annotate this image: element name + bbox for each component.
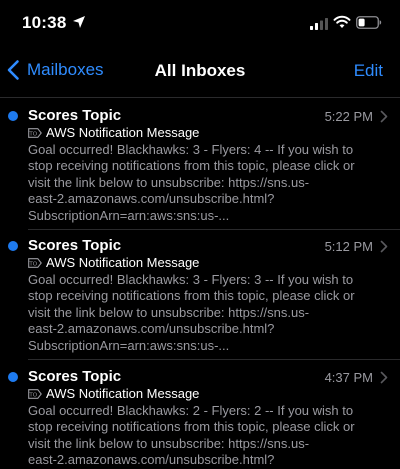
location-arrow-icon	[73, 16, 85, 28]
message-row[interactable]: Scores Topic 5:22 PM TO AWS Notification…	[0, 101, 400, 229]
preview-line: SubscriptionArn=arn:aws:sns:us-...	[28, 207, 230, 223]
svg-text:TO: TO	[28, 392, 37, 398]
cellular-signal-icon	[310, 18, 328, 30]
preview-line: visit the link below to unsubscribe: htt…	[28, 304, 310, 320]
preview-line: Goal occurred! Blackhawks: 3 - Flyers: 4…	[28, 142, 354, 157]
svg-text:TO: TO	[28, 131, 37, 137]
nav-divider	[0, 97, 400, 98]
message-subject: AWS Notification Message	[46, 255, 200, 270]
message-preview: Goal occurred! Blackhawks: 3 - Flyers: 4…	[28, 142, 378, 224]
tag-icon: TO	[28, 127, 42, 138]
message-row[interactable]: Scores Topic 4:37 PM TO AWS Notification…	[0, 362, 400, 469]
chevron-right-icon	[380, 240, 388, 253]
preview-line: east-2.amazonaws.com/unsubscribe.html?	[28, 321, 275, 337]
navigation-bar: Mailboxes All Inboxes Edit	[0, 52, 400, 88]
unread-dot	[8, 241, 18, 251]
preview-line: Goal occurred! Blackhawks: 2 - Flyers: 2…	[28, 403, 354, 418]
battery-icon	[356, 16, 382, 29]
tag-icon: TO	[28, 388, 42, 399]
message-subject: AWS Notification Message	[46, 125, 200, 140]
message-preview: Goal occurred! Blackhawks: 3 - Flyers: 3…	[28, 272, 378, 354]
message-time: 5:22 PM	[324, 109, 373, 124]
svg-text:TO: TO	[28, 261, 37, 267]
message-divider	[28, 229, 400, 230]
preview-line: east-2.amazonaws.com/unsubscribe.html?	[28, 191, 275, 207]
preview-line: stop receiving notifications from this t…	[28, 158, 355, 174]
message-time: 5:12 PM	[324, 239, 373, 254]
tag-icon: TO	[28, 257, 42, 268]
status-time: 10:38	[22, 13, 67, 32]
message-sender: Scores Topic	[28, 368, 122, 385]
page-title: All Inboxes	[154, 61, 246, 80]
edit-button[interactable]: Edit	[354, 61, 383, 81]
subject-row: TO AWS Notification Message	[28, 125, 199, 140]
message-subject: AWS Notification Message	[46, 386, 200, 401]
chevron-right-icon	[380, 371, 388, 384]
message-sender: Scores Topic	[28, 237, 122, 254]
message-divider	[28, 359, 400, 360]
preview-line: stop receiving notifications from this t…	[28, 419, 355, 435]
preview-line: SubscriptionArn=arn:aws:sns:us-...	[28, 337, 230, 353]
message-time: 4:37 PM	[324, 370, 373, 385]
preview-line: east-2.amazonaws.com/unsubscribe.html?	[28, 452, 275, 468]
preview-line: Goal occurred! Blackhawks: 3 - Flyers: 3…	[28, 272, 354, 287]
preview-line: visit the link below to unsubscribe: htt…	[28, 174, 310, 190]
subject-row: TO AWS Notification Message	[28, 255, 199, 270]
unread-dot	[8, 111, 18, 121]
status-bar: 10:38	[0, 0, 400, 46]
preview-line: visit the link below to unsubscribe: htt…	[28, 435, 310, 451]
message-sender: Scores Topic	[28, 107, 122, 124]
message-row[interactable]: Scores Topic 5:12 PM TO AWS Notification…	[0, 231, 400, 359]
chevron-right-icon	[380, 110, 388, 123]
preview-line: stop receiving notifications from this t…	[28, 288, 355, 304]
subject-row: TO AWS Notification Message	[28, 386, 199, 401]
wifi-icon	[333, 15, 351, 28]
message-preview: Goal occurred! Blackhawks: 2 - Flyers: 2…	[28, 403, 378, 469]
unread-dot	[8, 372, 18, 382]
